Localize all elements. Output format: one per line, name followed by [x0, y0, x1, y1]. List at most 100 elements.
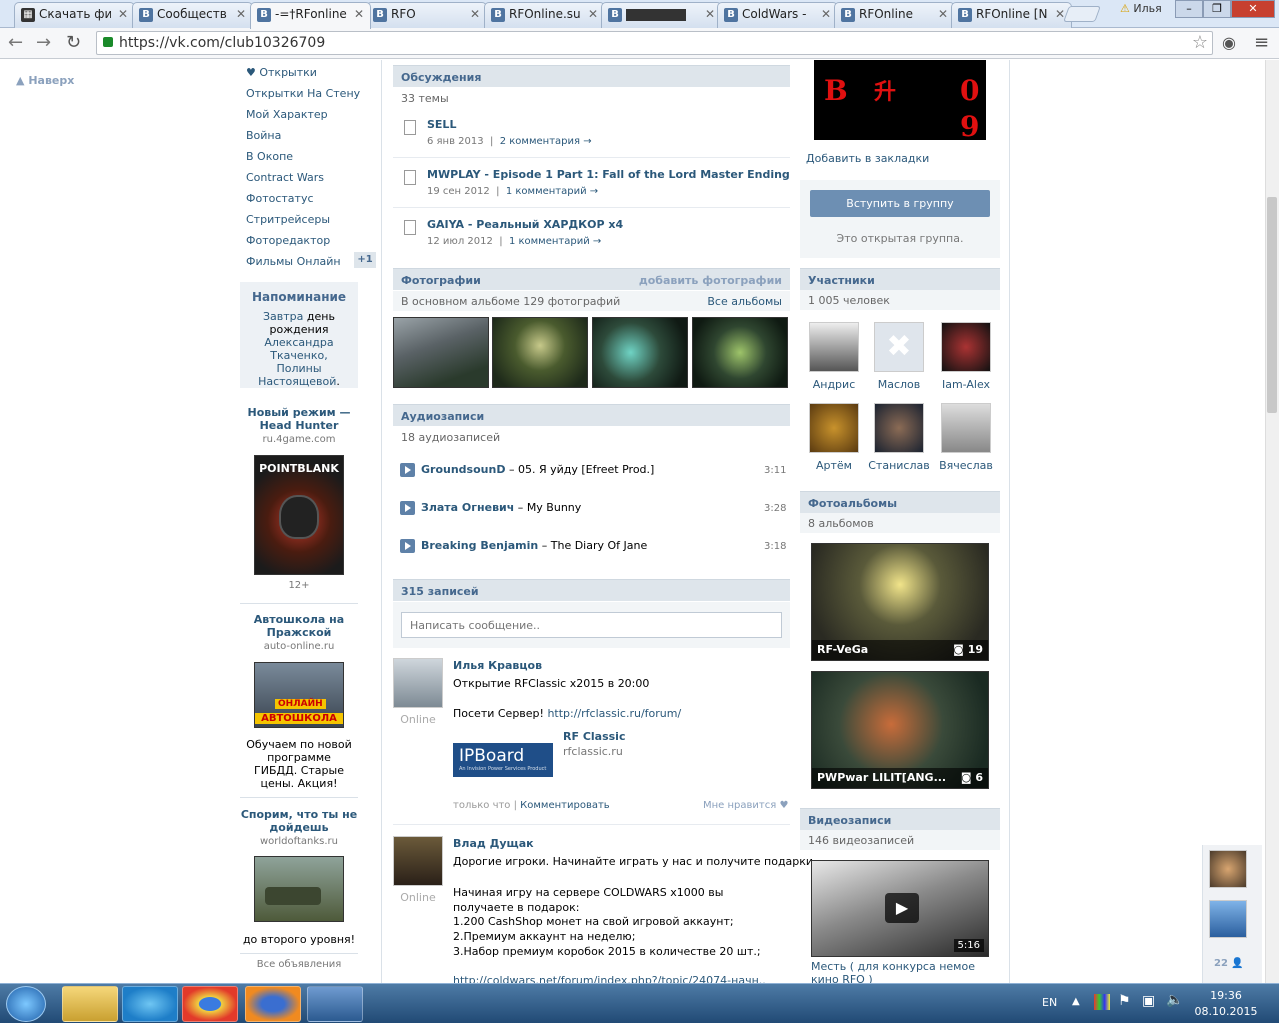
wall-header[interactable]: 315 записей	[393, 579, 790, 601]
network-icon[interactable]: ▣	[1142, 993, 1155, 1009]
close-tab-icon[interactable]: ✕	[470, 7, 480, 21]
topic-comments-link[interactable]: 2 комментария →	[500, 136, 592, 147]
app-taskbar-icon[interactable]	[307, 986, 363, 1022]
close-tab-icon[interactable]: ✕	[354, 7, 364, 21]
tab-4[interactable]: B RFO ✕	[366, 2, 487, 28]
forward-icon[interactable]: →	[36, 33, 51, 53]
close-tab-icon[interactable]: ✕	[118, 7, 128, 21]
close-tab-icon[interactable]: ✕	[938, 7, 948, 21]
discussions-header[interactable]: Обсуждения	[393, 65, 790, 87]
member[interactable]: Станислав	[867, 403, 931, 472]
albums-header[interactable]: Фотоальбомы	[800, 491, 1000, 513]
all-ads-link[interactable]: Все объявления	[240, 959, 358, 970]
extension-eye-icon[interactable]: ◉	[1222, 33, 1236, 53]
bookmark-star-icon[interactable]: ☆	[1192, 32, 1208, 53]
close-tab-icon[interactable]: ✕	[588, 7, 598, 21]
chat-avatar[interactable]	[1209, 900, 1247, 938]
action-center-icon[interactable]: ⚑	[1118, 993, 1131, 1009]
comment-link[interactable]: Комментировать	[520, 800, 610, 811]
group-avatar[interactable]: B 升 0 9	[814, 60, 986, 143]
post-link[interactable]: http://coldwars.net/forum/index.php?/top…	[453, 974, 766, 983]
play-icon[interactable]	[400, 501, 415, 515]
explorer-taskbar-icon[interactable]	[62, 986, 118, 1022]
menu-icon[interactable]: ≡	[1254, 33, 1269, 53]
topic-title[interactable]: SELL	[427, 118, 456, 131]
menu-item[interactable]: Фильмы Онлайн	[246, 255, 341, 268]
ad-image-tank[interactable]	[254, 856, 344, 922]
tab-8[interactable]: B RFOnline ✕	[834, 2, 955, 28]
tab-5[interactable]: B RFOnline.su ✕	[484, 2, 605, 28]
video-title[interactable]: Месть ( для конкурса немое кино RFO )	[811, 960, 989, 983]
windows-start-icon[interactable]	[6, 986, 46, 1022]
menu-item[interactable]: В Окопе	[246, 150, 293, 163]
photos-header[interactable]: Фотографии добавить фотографии	[393, 268, 790, 290]
member[interactable]: Iam-Alex	[934, 322, 998, 391]
post-author[interactable]: Влад Дущак	[453, 837, 534, 850]
tray-app-icon[interactable]	[1094, 994, 1110, 1010]
address-bar[interactable]: https://vk.com/club10326709 ☆	[96, 31, 1213, 55]
audio-header[interactable]: Аудиозаписи	[393, 404, 790, 426]
tab-9[interactable]: B RFOnline [N ✕	[951, 2, 1072, 28]
join-group-button[interactable]: Вступить в группу	[810, 190, 990, 217]
language-indicator[interactable]: EN	[1042, 996, 1057, 1009]
ad-title[interactable]: Спорим, что ты не дойдешь	[240, 808, 358, 834]
all-albums-link[interactable]: Все альбомы	[707, 295, 782, 308]
ad-image-pointblank[interactable]: POINTBLANK	[254, 455, 344, 575]
videos-header[interactable]: Видеозаписи	[800, 808, 1000, 830]
topic-title[interactable]: MWPLAY - Episode 1 Part 1: Fall of the L…	[427, 168, 790, 181]
minimize-button[interactable]: –	[1175, 0, 1203, 18]
photo-thumb[interactable]	[393, 317, 489, 388]
avatar[interactable]	[393, 836, 443, 886]
attachment-title[interactable]: RF Classic	[563, 730, 625, 743]
new-tab-button[interactable]	[1063, 6, 1101, 22]
ad-image-autoschool[interactable]: ОНЛАЙН АВТОШКОЛА	[254, 662, 344, 728]
menu-item[interactable]: ♥ Открытки	[246, 66, 317, 79]
post-link[interactable]: http://rfclassic.ru/forum/	[547, 707, 681, 720]
skype-taskbar-icon[interactable]	[122, 986, 178, 1022]
album-tile[interactable]: PWPwar LILIT[ANG... ◙ 6	[811, 671, 989, 789]
photo-thumb[interactable]	[492, 317, 588, 388]
back-icon[interactable]: ←	[8, 33, 23, 53]
topic-comments-link[interactable]: 1 комментарий →	[509, 236, 601, 247]
reminder-tomorrow-link[interactable]: Завтра	[263, 310, 303, 323]
menu-item[interactable]: Стритрейсеры	[246, 213, 330, 226]
menu-item[interactable]: Фоторедактор	[246, 234, 330, 247]
tab-1[interactable]: ▦ Скачать фи ✕	[14, 2, 135, 28]
topic-comments-link[interactable]: 1 комментарий →	[506, 186, 598, 197]
menu-item[interactable]: Мой Характер	[246, 108, 328, 121]
video-thumb[interactable]: ▶ 5:16	[811, 860, 989, 957]
close-tab-icon[interactable]: ✕	[705, 7, 715, 21]
scrollbar-thumb[interactable]	[1267, 197, 1277, 413]
close-tab-icon[interactable]: ✕	[821, 7, 831, 21]
volume-icon[interactable]: 🔈	[1166, 992, 1183, 1008]
menu-item[interactable]: Война	[246, 129, 281, 142]
reminder-names-link[interactable]: Александра Ткаченко, Полины Настоящевой	[258, 336, 336, 388]
chat-online-count[interactable]: 22 👤	[1214, 958, 1244, 969]
menu-item[interactable]: Фотостатус	[246, 192, 314, 205]
play-icon[interactable]	[400, 539, 415, 553]
back-to-top-link[interactable]: ▲ Наверх	[16, 74, 74, 87]
album-tile[interactable]: RF-VeGa ◙ 19	[811, 543, 989, 661]
member[interactable]: Артём	[802, 403, 866, 472]
add-photos-link[interactable]: добавить фотографии	[639, 274, 782, 287]
ipboard-logo[interactable]: IPBoard An Invision Power Services Produ…	[453, 743, 553, 777]
menu-item[interactable]: Открытки На Стену	[246, 87, 360, 100]
tab-6[interactable]: B ✕	[601, 2, 722, 28]
member[interactable]: Андрис	[802, 322, 866, 391]
photo-thumb[interactable]	[692, 317, 788, 388]
close-window-button[interactable]: ✕	[1231, 0, 1275, 18]
members-header[interactable]: Участники	[800, 268, 1000, 290]
wall-post-input[interactable]	[401, 612, 782, 638]
system-clock[interactable]: 19:36 08.10.2015	[1186, 988, 1266, 1020]
firefox-taskbar-icon[interactable]	[245, 986, 301, 1022]
tray-expand-icon[interactable]: ▲	[1072, 996, 1080, 1007]
close-tab-icon[interactable]: ✕	[236, 7, 246, 21]
member[interactable]: ✖ Маслов	[867, 322, 931, 391]
ad-title[interactable]: Новый режим — Head Hunter	[240, 406, 358, 432]
avatar[interactable]	[393, 658, 443, 708]
tab-7[interactable]: B ColdWars - ✕	[717, 2, 838, 28]
profile-button[interactable]: ⚠ Илья	[1120, 2, 1162, 15]
reload-icon[interactable]: ↻	[66, 33, 81, 53]
ad-title[interactable]: Автошкола на Пражской	[240, 613, 358, 639]
chrome-taskbar-icon[interactable]	[182, 986, 238, 1022]
